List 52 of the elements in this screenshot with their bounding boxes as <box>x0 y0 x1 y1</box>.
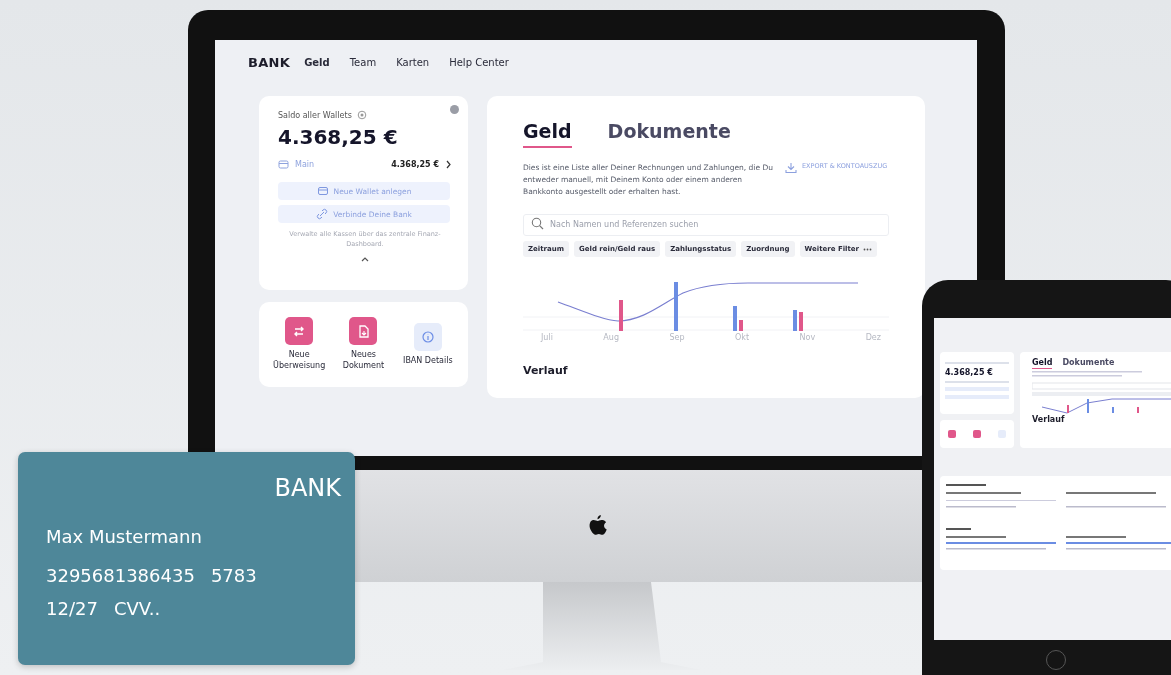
wallet-icon <box>278 159 289 170</box>
balance-label: Saldo aller Wallets <box>278 110 352 120</box>
chevron-up-icon <box>361 256 369 262</box>
tab[interactable]: Dokumente <box>1062 358 1115 369</box>
more-icon <box>863 247 873 251</box>
download-icon <box>785 162 797 174</box>
status-dot-icon <box>450 105 459 114</box>
cvv-text: CVV.. <box>113 598 161 619</box>
tab[interactable]: Geld <box>523 120 572 148</box>
logo: BANK <box>248 54 291 70</box>
nav-link[interactable]: Geld <box>304 56 330 68</box>
search-icon <box>531 216 544 230</box>
document-icon <box>349 317 378 346</box>
wallet-row[interactable]: Main 4.368,25 € <box>278 159 452 170</box>
balance-amount: 4.368,25 € <box>278 125 399 149</box>
nav-link[interactable]: Team <box>349 56 377 68</box>
wallet-amount: 4.368,25 € <box>391 160 439 169</box>
chart-bar <box>793 310 797 331</box>
card-number: 5783 <box>210 565 257 586</box>
tab[interactable]: Geld <box>1032 358 1053 369</box>
nav-link[interactable]: Help Center <box>449 56 509 68</box>
chart-bar <box>739 320 743 331</box>
axis-label: Nov <box>799 333 816 342</box>
axis-label: Aug <box>603 333 619 342</box>
chevron-right-icon <box>445 160 452 169</box>
card-brand: BANK <box>273 474 341 502</box>
tab[interactable]: Dokumente <box>607 120 731 148</box>
nav-link[interactable]: Karten <box>396 56 430 68</box>
link-icon <box>316 208 329 220</box>
cardholder-name: Max Mustermann <box>46 526 203 547</box>
axis-label: Sep <box>669 333 685 342</box>
chart-bar <box>799 312 803 331</box>
iban-details-button[interactable]: IBAN Details <box>398 322 457 367</box>
chart-bar <box>733 306 737 331</box>
expiry-date: 12/27 <box>46 598 98 619</box>
section-title: Verlauf <box>523 364 569 377</box>
axis-label: Okt <box>735 333 750 342</box>
document-button[interactable]: Neues Dokument <box>334 317 393 372</box>
section-title: Verlauf <box>1032 415 1066 424</box>
balance-amount: 4.368,25 € <box>945 368 994 377</box>
wallet-icon <box>316 185 329 197</box>
wallet-name: Main <box>295 160 315 169</box>
card-number: 3295681386435 <box>46 565 195 586</box>
arrows-icon <box>285 317 314 346</box>
chart-bar <box>674 282 678 331</box>
transfer-button[interactable]: Neue Überweisung <box>270 317 329 372</box>
search-field[interactable]: Nach Namen und Referenzen suchen <box>523 213 889 236</box>
info-icon <box>413 322 442 351</box>
eye-icon <box>356 110 367 120</box>
axis-label: Juli <box>541 333 553 342</box>
axis-label: Dez <box>865 333 881 342</box>
chart-bar <box>619 300 623 331</box>
